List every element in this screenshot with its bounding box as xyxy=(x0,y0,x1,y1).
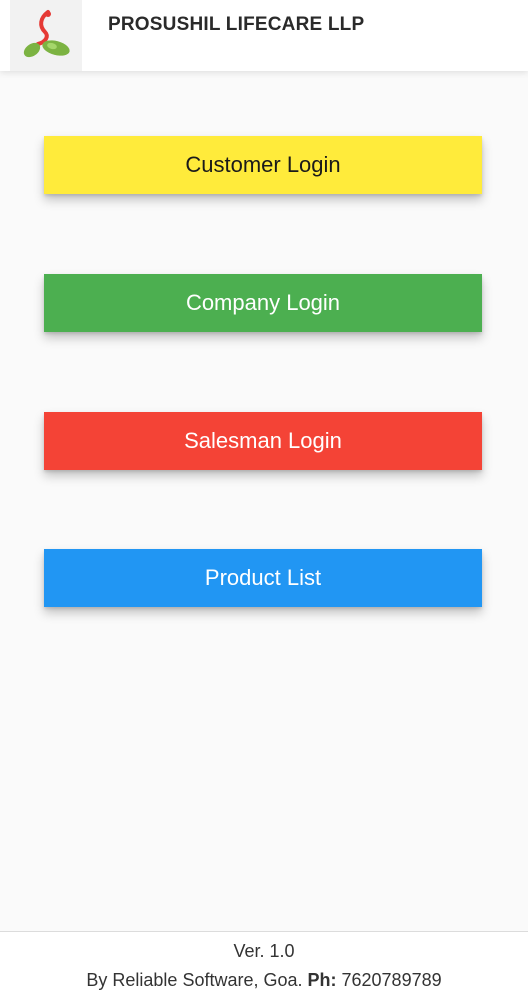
phone-label: Ph: xyxy=(307,970,337,990)
company-login-button[interactable]: Company Login xyxy=(44,274,482,332)
credit-text: By Reliable Software, Goa. Ph: 762078978… xyxy=(0,970,528,991)
salesman-login-button[interactable]: Salesman Login xyxy=(44,412,482,470)
company-logo xyxy=(10,0,82,71)
customer-login-button[interactable]: Customer Login xyxy=(44,136,482,194)
capsule-logo-icon xyxy=(23,9,70,57)
product-list-button[interactable]: Product List xyxy=(44,549,482,607)
app-header: PROSUSHIL LIFECARE LLP xyxy=(0,0,528,71)
version-text: Ver. 1.0 xyxy=(233,941,295,961)
credit-prefix: By Reliable Software, Goa. xyxy=(86,970,308,990)
app-footer: Ver. 1.0 By Reliable Software, Goa. Ph: … xyxy=(0,931,528,1001)
app-title: PROSUSHIL LIFECARE LLP xyxy=(108,14,365,35)
phone-number: 7620789789 xyxy=(336,970,442,990)
